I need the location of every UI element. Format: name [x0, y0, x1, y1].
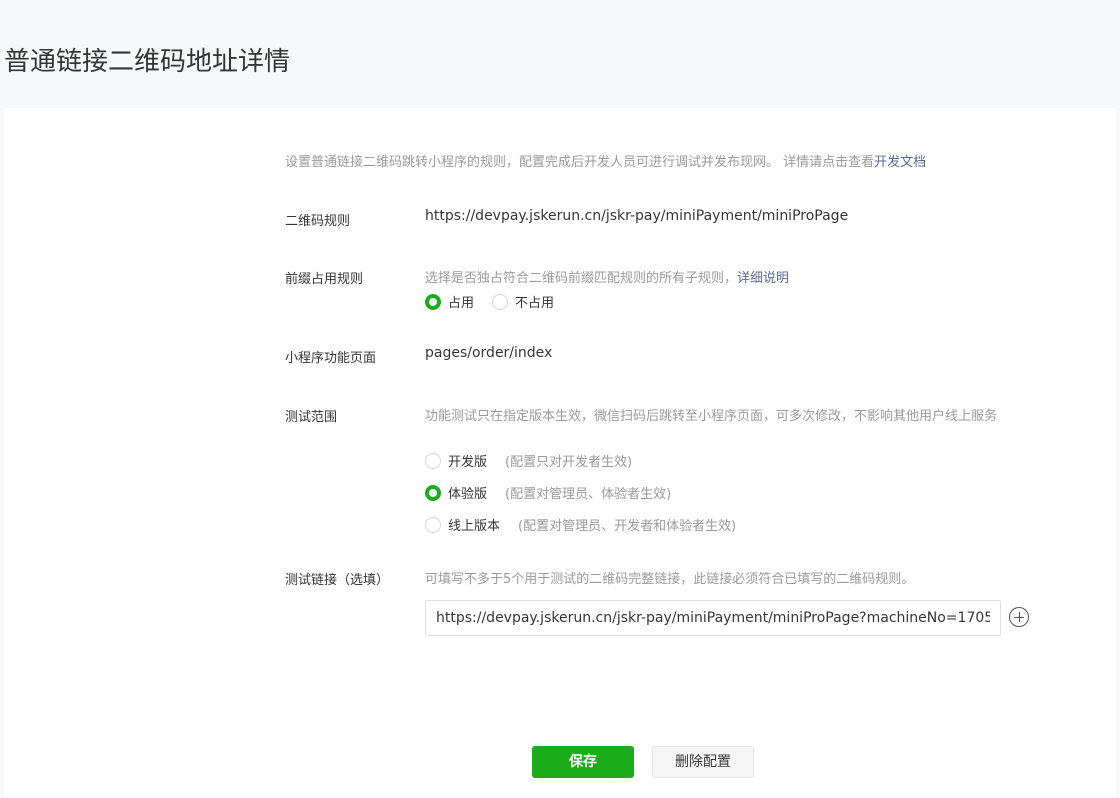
intro-text: 设置普通链接二维码跳转小程序的规则，配置完成后开发人员可进行调试并发布现网。 详…	[285, 154, 926, 172]
test-link-hint: 可填写不多于5个用于测试的二维码完整链接，此链接必须符合已填写的二维码规则。	[425, 572, 915, 587]
delete-config-button[interactable]: 删除配置	[652, 746, 754, 778]
option-dev-note: (配置只对开发者生效)	[505, 455, 633, 470]
test-link-label: 测试链接（选填）	[285, 573, 390, 588]
page-header: 普通链接二维码地址详情	[0, 0, 1120, 108]
radio-dev-circle[interactable]	[425, 452, 441, 469]
mini-page-label: 小程序功能页面	[285, 351, 377, 366]
radio-occupy[interactable]: 占用	[425, 292, 474, 311]
add-link-icon[interactable]	[1009, 607, 1029, 627]
page-title: 普通链接二维码地址详情	[4, 47, 291, 77]
prefix-rule-options: 占用 不占用	[425, 292, 572, 311]
dev-docs-link[interactable]: 开发文档	[874, 155, 926, 170]
qr-rule-value: https://devpay.jskerun.cn/jskr-pay/miniP…	[425, 208, 849, 224]
radio-occupy-circle[interactable]	[425, 293, 441, 310]
prefix-rule-hint-text: 选择是否独占符合二维码前缀匹配规则的所有子规则，	[425, 271, 738, 286]
test-scope-hint: 功能测试只在指定版本生效，微信扫码后跳转至小程序页面，可多次修改，不影响其他用户…	[425, 409, 998, 424]
test-scope-label: 测试范围	[285, 410, 338, 425]
option-trial-version[interactable]: 体验版 (配置对管理员、体验者生效)	[425, 483, 671, 502]
option-online-label: 线上版本	[448, 519, 501, 534]
intro-description: 设置普通链接二维码跳转小程序的规则，配置完成后开发人员可进行调试并发布现网。 详…	[285, 155, 875, 170]
test-link-input[interactable]	[425, 600, 1001, 636]
radio-trial-circle[interactable]	[425, 484, 441, 501]
details-link[interactable]: 详细说明	[737, 271, 789, 286]
mini-page-value: pages/order/index	[425, 345, 553, 361]
radio-not-occupy-circle[interactable]	[492, 293, 509, 310]
radio-not-occupy[interactable]: 不占用	[492, 292, 554, 311]
option-online-note: (配置对管理员、开发者和体验者生效)	[518, 519, 737, 534]
radio-occupy-label: 占用	[448, 296, 475, 311]
option-dev-label: 开发版	[448, 455, 488, 470]
prefix-rule-label: 前缀占用规则	[285, 272, 364, 287]
option-dev-version[interactable]: 开发版 (配置只对开发者生效)	[425, 451, 632, 470]
radio-not-occupy-label: 不占用	[515, 296, 555, 311]
prefix-rule-hint: 选择是否独占符合二维码前缀匹配规则的所有子规则，详细说明	[425, 269, 789, 288]
option-trial-label: 体验版	[448, 487, 488, 502]
qr-rule-label: 二维码规则	[285, 214, 351, 229]
radio-online-circle[interactable]	[425, 516, 441, 533]
option-online-version[interactable]: 线上版本 (配置对管理员、开发者和体验者生效)	[425, 515, 736, 534]
option-trial-note: (配置对管理员、体验者生效)	[505, 487, 672, 502]
save-button[interactable]: 保存	[532, 746, 634, 778]
